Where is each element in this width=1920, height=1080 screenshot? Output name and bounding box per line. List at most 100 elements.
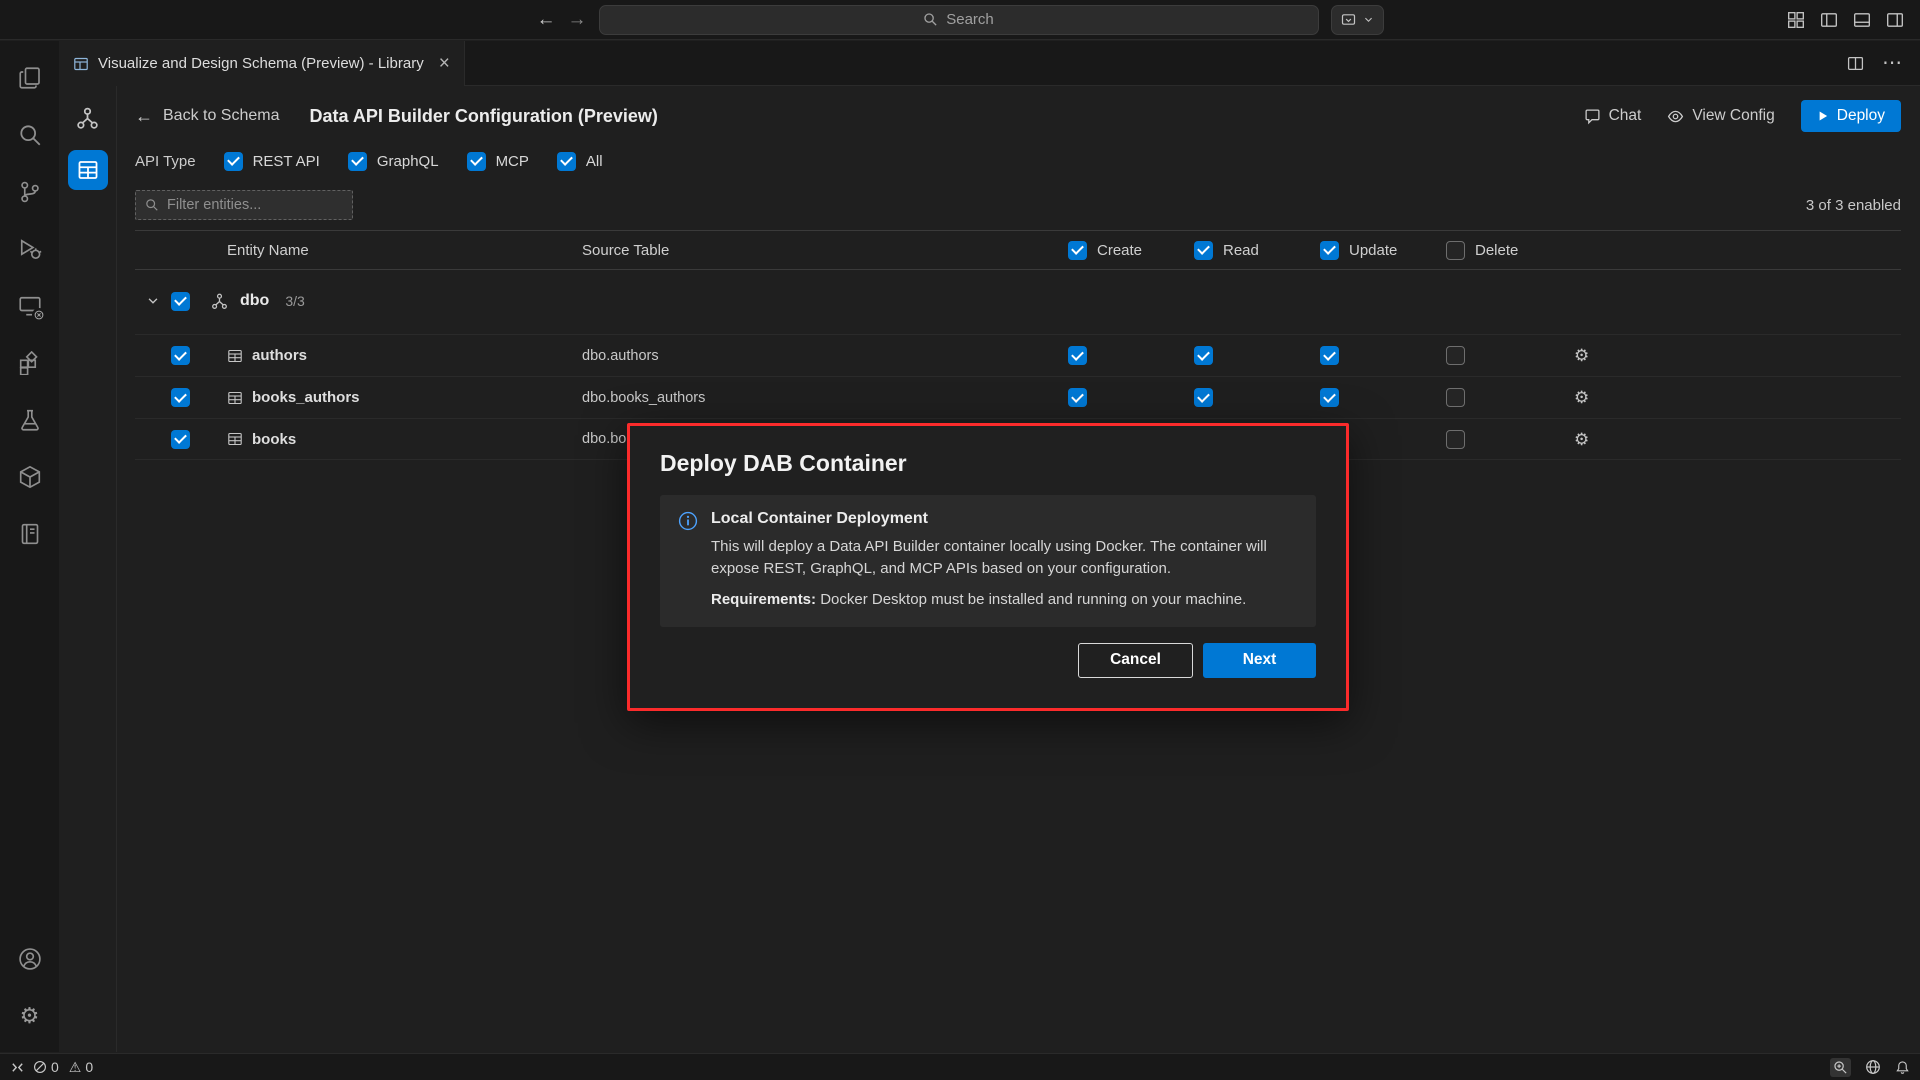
status-bar: 0 ⚠ 0 — [0, 1053, 1920, 1080]
tab-title: Visualize and Design Schema (Preview) - … — [98, 55, 424, 72]
warning-icon: ⚠ — [69, 1060, 82, 1074]
settings-gear-icon[interactable]: ⚙ — [6, 987, 54, 1044]
notebook-icon[interactable] — [6, 505, 54, 562]
read-column-header: Read — [1194, 241, 1320, 260]
action-column-label: Read — [1223, 242, 1259, 259]
tab-visualize-design-schema[interactable]: Visualize and Design Schema (Preview) - … — [59, 41, 465, 86]
warning-count: 0 — [85, 1059, 93, 1075]
editor-more-actions-icon[interactable]: ⋯ — [1882, 53, 1902, 73]
row-settings-gear-icon[interactable]: ⚙ — [1574, 347, 1589, 364]
checkbox[interactable] — [1320, 388, 1339, 407]
source-control-icon[interactable] — [6, 163, 54, 220]
search-view-icon[interactable] — [6, 106, 54, 163]
checkbox[interactable] — [1320, 241, 1339, 260]
run-debug-icon[interactable] — [6, 220, 54, 277]
checkbox[interactable] — [1068, 388, 1087, 407]
command-center-search[interactable]: Search — [599, 5, 1319, 35]
row-settings-gear-icon[interactable]: ⚙ — [1574, 389, 1589, 406]
deploy-button[interactable]: Deploy — [1801, 100, 1901, 132]
table-icon — [227, 390, 243, 406]
explorer-icon[interactable] — [6, 49, 54, 106]
schema-designer-icon[interactable] — [68, 98, 108, 138]
checkbox[interactable] — [467, 152, 486, 171]
schema-group-row[interactable]: dbo 3/3 — [135, 280, 1901, 322]
split-editor-icon[interactable] — [1847, 55, 1864, 72]
api-type-option[interactable]: GraphQL — [348, 152, 439, 171]
collapse-chevron-icon[interactable] — [135, 294, 171, 308]
info-body: This will deploy a Data API Builder cont… — [711, 536, 1296, 580]
back-arrow-icon: ← — [135, 106, 153, 127]
tab-close-icon[interactable]: × — [439, 54, 450, 73]
next-button[interactable]: Next — [1203, 643, 1316, 678]
api-type-label: API Type — [135, 153, 196, 170]
toggle-panel-icon[interactable] — [1853, 11, 1871, 29]
remote-explorer-icon[interactable] — [6, 277, 54, 334]
table-icon — [227, 431, 243, 447]
row-settings-gear-icon[interactable]: ⚙ — [1574, 431, 1589, 448]
filter-search-icon — [145, 198, 159, 212]
filter-entities-box[interactable] — [135, 190, 353, 220]
checkbox[interactable] — [1194, 388, 1213, 407]
toggle-primary-sidebar-icon[interactable] — [1820, 11, 1838, 29]
checkbox[interactable] — [224, 152, 243, 171]
zoom-indicator-icon[interactable] — [1830, 1058, 1851, 1077]
schema-view-bar — [59, 86, 117, 1052]
api-type-option[interactable]: MCP — [467, 152, 529, 171]
api-type-option[interactable]: REST API — [224, 152, 320, 171]
checkbox[interactable] — [348, 152, 367, 171]
entity-name: books_authors — [252, 389, 360, 406]
problems-indicator[interactable]: 0 ⚠ 0 — [33, 1059, 93, 1075]
cancel-button[interactable]: Cancel — [1078, 643, 1193, 678]
checkbox[interactable] — [1446, 430, 1465, 449]
toggle-secondary-sidebar-icon[interactable] — [1886, 11, 1904, 29]
search-placeholder-text: Search — [946, 11, 994, 28]
table-icon — [227, 348, 243, 364]
checkbox[interactable] — [557, 152, 576, 171]
checkbox[interactable] — [1068, 346, 1087, 365]
checkbox[interactable] — [171, 388, 190, 407]
back-to-schema-label: Back to Schema — [163, 107, 280, 125]
dialog-title: Deploy DAB Container — [660, 450, 1316, 477]
customize-layout-icon[interactable] — [1787, 11, 1805, 29]
table-row[interactable]: authorsdbo.authors⚙ — [135, 334, 1901, 376]
play-icon — [1817, 110, 1829, 122]
account-icon[interactable] — [6, 930, 54, 987]
back-to-schema-link[interactable]: ← Back to Schema — [135, 106, 280, 127]
checkbox[interactable] — [1446, 346, 1465, 365]
checkbox[interactable] — [171, 430, 190, 449]
dab-config-view-icon[interactable] — [68, 150, 108, 190]
action-column-label: Create — [1097, 242, 1142, 259]
update-column-header: Update — [1320, 241, 1446, 260]
nav-forward-icon[interactable]: → — [568, 10, 587, 29]
browser-preview-icon[interactable] — [1865, 1059, 1881, 1075]
schema-icon — [211, 293, 228, 310]
containers-cube-icon[interactable] — [6, 448, 54, 505]
nav-back-icon[interactable]: ← — [537, 10, 556, 29]
notifications-bell-icon[interactable] — [1895, 1060, 1910, 1075]
view-config-label: View Config — [1692, 107, 1774, 125]
remote-disconnect-badge — [32, 308, 46, 322]
local-deployment-info-box: Local Container Deployment This will dep… — [660, 495, 1316, 627]
remote-indicator-icon[interactable] — [10, 1060, 25, 1075]
checkbox[interactable] — [1446, 388, 1465, 407]
checkbox[interactable] — [1194, 241, 1213, 260]
checkbox[interactable] — [171, 346, 190, 365]
chat-button[interactable]: Chat — [1584, 107, 1642, 125]
testing-beaker-icon[interactable] — [6, 391, 54, 448]
source-table: dbo.authors — [582, 348, 1068, 364]
api-type-option[interactable]: All — [557, 152, 603, 171]
table-header-row: Entity Name Source Table Create Read Upd… — [135, 230, 1901, 270]
info-title: Local Container Deployment — [711, 510, 1296, 528]
schema-group-name: dbo — [240, 292, 269, 310]
checkbox[interactable] — [1320, 346, 1339, 365]
group-checkbox[interactable] — [171, 292, 190, 311]
filter-entities-input[interactable] — [167, 197, 343, 213]
source-table: dbo.books_authors — [582, 390, 1068, 406]
checkbox[interactable] — [1068, 241, 1087, 260]
checkbox[interactable] — [1194, 346, 1213, 365]
checkbox[interactable] — [1446, 241, 1465, 260]
table-row[interactable]: books_authors dbo.books_authors ⚙ — [135, 376, 1901, 418]
extensions-icon[interactable] — [6, 334, 54, 391]
layout-control-dropdown[interactable] — [1331, 5, 1384, 35]
view-config-button[interactable]: View Config — [1667, 107, 1774, 125]
